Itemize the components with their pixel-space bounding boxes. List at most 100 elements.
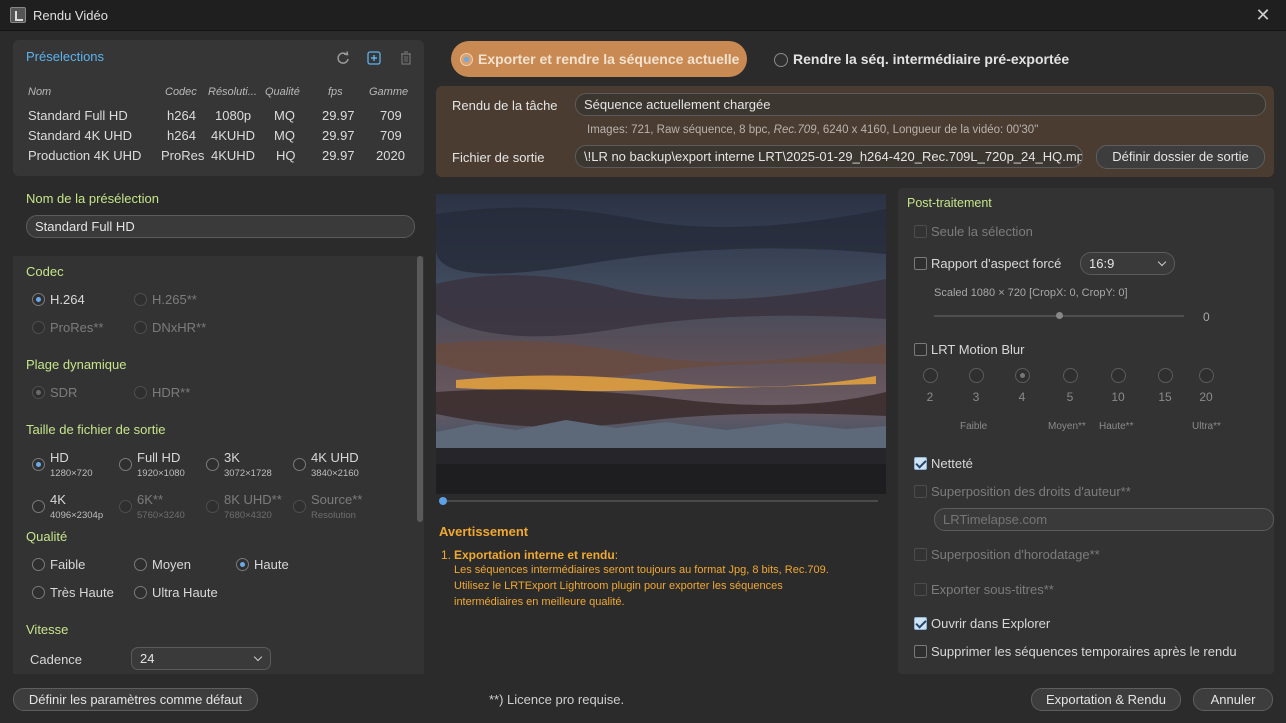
window-title: Rendu Vidéo bbox=[33, 8, 108, 23]
size-source-sub: Resolution bbox=[311, 510, 356, 521]
codec-label: Codec bbox=[26, 264, 64, 279]
scrollbar[interactable] bbox=[417, 256, 423, 522]
output-file-input[interactable]: \!LR no backup\export interne LRT\2025-0… bbox=[575, 145, 1083, 168]
timestamp-checkbox[interactable] bbox=[914, 548, 927, 561]
size-3k-radio[interactable] bbox=[206, 458, 219, 471]
mb-radio-3[interactable] bbox=[969, 368, 984, 383]
codec-h265-label: H.265** bbox=[152, 292, 197, 307]
quality-high-label: Haute bbox=[254, 557, 289, 572]
warning-item-number: 1. bbox=[441, 548, 452, 562]
aspect-slider-handle[interactable] bbox=[1055, 312, 1063, 319]
export-render-radio[interactable] bbox=[460, 53, 473, 66]
only-selection-label: Seule la sélection bbox=[931, 224, 1033, 239]
cancel-button[interactable]: Annuler bbox=[1193, 688, 1273, 711]
cadence-select[interactable]: 24 bbox=[131, 647, 271, 670]
trash-icon[interactable] bbox=[398, 51, 414, 67]
task-input[interactable]: Séquence actuellement chargée bbox=[575, 93, 1266, 116]
size-6k-radio[interactable] bbox=[119, 500, 132, 513]
table-row[interactable]: Standard Full HD h264 1080p MQ 29.97 709 bbox=[20, 105, 420, 125]
size-fullhd-label: Full HD bbox=[137, 450, 181, 465]
post-processing-title: Post-traitement bbox=[907, 196, 992, 210]
copyright-checkbox[interactable] bbox=[914, 485, 927, 498]
size-4kuhd-sub: 3840×2160 bbox=[311, 468, 359, 479]
mb-radio-15[interactable] bbox=[1158, 368, 1173, 383]
quality-low-radio[interactable] bbox=[32, 558, 45, 571]
refresh-icon[interactable] bbox=[335, 51, 351, 67]
mb-radio-20[interactable] bbox=[1199, 368, 1214, 383]
cell-quality: MQ bbox=[274, 108, 295, 123]
quality-medium-radio[interactable] bbox=[134, 558, 147, 571]
warning-line: Les séquences intermédiaires seront touj… bbox=[454, 564, 829, 576]
table-row[interactable]: Production 4K UHD ProRes 4KUHD HQ 29.97 … bbox=[20, 145, 420, 165]
speed-label: Vitesse bbox=[26, 622, 69, 637]
size-4k-label: 4K bbox=[50, 492, 66, 507]
only-selection-checkbox[interactable] bbox=[914, 225, 927, 238]
presets-title: Préselections bbox=[26, 49, 105, 64]
mb-radio-5[interactable] bbox=[1063, 368, 1078, 383]
hdr-radio[interactable] bbox=[134, 386, 147, 399]
preset-name-input[interactable]: Standard Full HD bbox=[26, 215, 415, 238]
mb-label: Haute** bbox=[1099, 421, 1134, 432]
quality-label: Qualité bbox=[26, 529, 68, 544]
timeline-handle[interactable] bbox=[439, 497, 447, 505]
add-icon[interactable] bbox=[366, 51, 382, 67]
sdr-label: SDR bbox=[50, 385, 78, 400]
mb-value: 4 bbox=[1018, 390, 1026, 404]
cell-name: Production 4K UHD bbox=[28, 148, 142, 163]
size-4k-sub: 4096×2304p bbox=[50, 510, 104, 521]
warning-title: Avertissement bbox=[439, 524, 529, 539]
size-4kuhd-label: 4K UHD bbox=[311, 450, 359, 465]
size-fullhd-radio[interactable] bbox=[119, 458, 132, 471]
quality-ultra-radio[interactable] bbox=[134, 586, 147, 599]
cell-name: Standard 4K UHD bbox=[28, 128, 133, 143]
codec-prores-radio[interactable] bbox=[32, 321, 45, 334]
col-quality: Qualité bbox=[265, 86, 300, 98]
size-hd-radio[interactable] bbox=[32, 458, 45, 471]
codec-dnxhr-radio[interactable] bbox=[134, 321, 147, 334]
mb-radio-10[interactable] bbox=[1111, 368, 1126, 383]
warning-item-title-text: Exportation interne et rendu bbox=[454, 548, 615, 562]
codec-h265-radio[interactable] bbox=[134, 293, 147, 306]
size-4k-radio[interactable] bbox=[32, 500, 45, 513]
timeline-track[interactable] bbox=[443, 500, 878, 502]
mb-value: 20 bbox=[1199, 390, 1213, 404]
close-icon[interactable]: ✕ bbox=[1252, 4, 1274, 26]
size-8kuhd-radio[interactable] bbox=[206, 500, 219, 513]
motion-blur-checkbox[interactable] bbox=[914, 343, 927, 356]
render-intermediate-radio[interactable] bbox=[774, 53, 788, 67]
warning-line: intermédiaires en meilleure qualité. bbox=[454, 596, 625, 608]
open-explorer-checkbox[interactable] bbox=[914, 617, 927, 630]
cadence-label: Cadence bbox=[30, 652, 83, 667]
cell-fps: 29.97 bbox=[322, 108, 355, 123]
export-render-mode[interactable]: Exporter et rendre la séquence actuelle bbox=[451, 41, 747, 77]
mb-value: 10 bbox=[1111, 390, 1125, 404]
delete-temp-label: Supprimer les séquences temporaires aprè… bbox=[931, 644, 1237, 659]
quality-high-radio[interactable] bbox=[236, 558, 249, 571]
mb-radio-2[interactable] bbox=[923, 368, 938, 383]
force-aspect-checkbox[interactable] bbox=[914, 257, 927, 270]
chevron-down-icon bbox=[1157, 257, 1167, 267]
sharpness-checkbox[interactable] bbox=[914, 457, 927, 470]
aspect-select[interactable]: 16:9 bbox=[1080, 252, 1175, 275]
size-source-radio[interactable] bbox=[293, 500, 306, 513]
task-label: Rendu de la tâche bbox=[452, 98, 558, 113]
mb-label: Faible bbox=[960, 421, 988, 432]
delete-temp-checkbox[interactable] bbox=[914, 645, 927, 658]
col-gamut: Gamme bbox=[369, 86, 409, 98]
copyright-input[interactable] bbox=[934, 508, 1274, 531]
quality-low-label: Faible bbox=[50, 557, 86, 572]
cell-gamut: 709 bbox=[380, 108, 402, 123]
size-hd-label: HD bbox=[50, 450, 69, 465]
codec-h264-radio[interactable] bbox=[32, 293, 45, 306]
sdr-radio[interactable] bbox=[32, 386, 45, 399]
set-default-button[interactable]: Définir les paramètres comme défaut bbox=[13, 688, 258, 711]
quality-veryhigh-radio[interactable] bbox=[32, 586, 45, 599]
size-3k-label: 3K bbox=[224, 450, 240, 465]
cell-fps: 29.97 bbox=[322, 128, 355, 143]
set-output-folder-button[interactable]: Définir dossier de sortie bbox=[1096, 145, 1265, 169]
mb-radio-4[interactable] bbox=[1015, 368, 1030, 383]
export-render-button[interactable]: Exportation & Rendu bbox=[1031, 688, 1181, 711]
subtitles-checkbox[interactable] bbox=[914, 583, 927, 596]
table-row[interactable]: Standard 4K UHD h264 4KUHD MQ 29.97 709 bbox=[20, 125, 420, 145]
size-4kuhd-radio[interactable] bbox=[293, 458, 306, 471]
